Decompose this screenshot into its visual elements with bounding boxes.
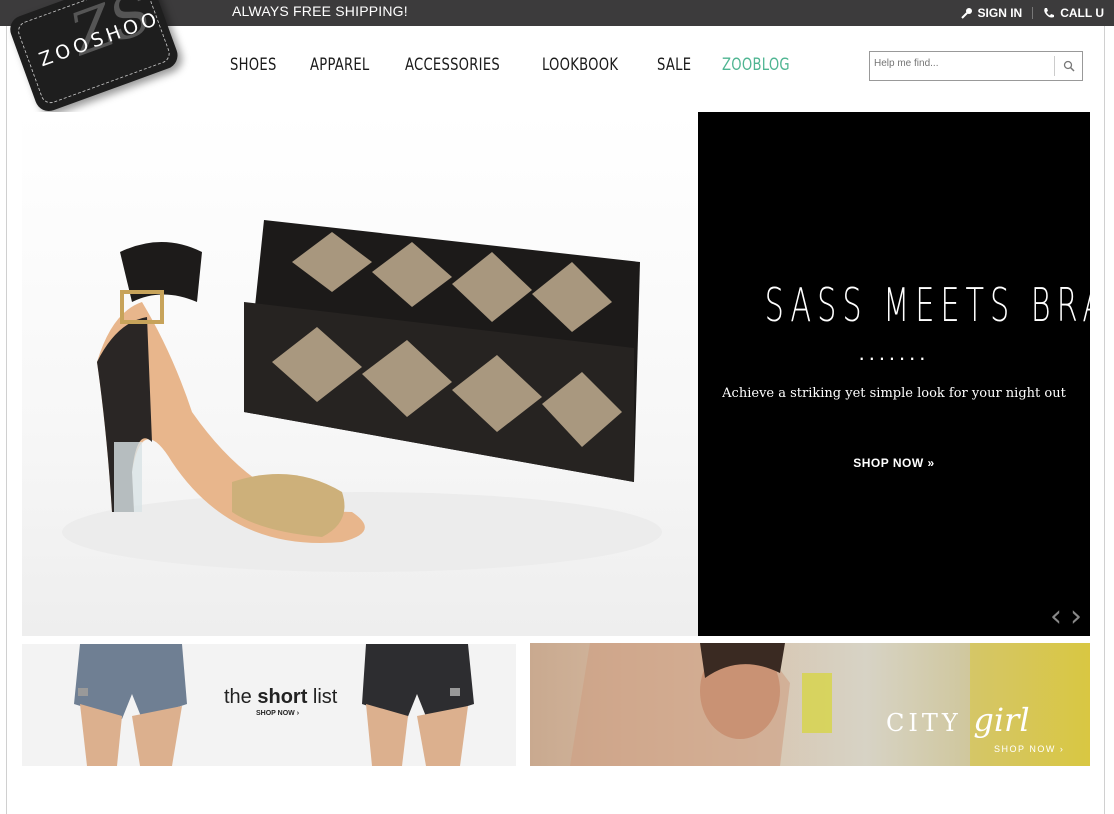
sign-in-link[interactable]: SIGN IN	[951, 6, 1033, 20]
page-border-left	[6, 26, 7, 814]
search-input[interactable]	[874, 58, 1050, 69]
shoe-and-clutch-illustration	[62, 220, 662, 572]
key-icon	[960, 8, 972, 19]
city-girl-caps: CITY	[886, 709, 974, 737]
nav-sale[interactable]: SALE	[657, 55, 691, 75]
hero-title: SASS MEETS BRASS	[764, 278, 1114, 332]
short-list-post: list	[307, 686, 338, 708]
nav-apparel[interactable]: APPAREL	[310, 55, 370, 75]
search-icon	[1063, 60, 1075, 72]
nav-accessories[interactable]: ACCESSORIES	[405, 55, 500, 75]
search-button[interactable]	[1054, 56, 1082, 76]
city-girl-shop-now[interactable]: SHOP NOW ›	[994, 744, 1064, 754]
sign-in-label: SIGN IN	[977, 6, 1023, 20]
free-shipping-text: ALWAYS FREE SHIPPING!	[232, 3, 408, 19]
short-list-bold: short	[257, 686, 308, 708]
call-us-label: CALL U	[1060, 6, 1104, 20]
chevron-left-icon[interactable]: ‹	[1050, 599, 1062, 634]
hero-product-image[interactable]	[22, 112, 698, 636]
main-nav: SHOES APPAREL ACCESSORIES LOOKBOOK SALE …	[230, 55, 801, 75]
short-list-promo[interactable]: the short list SHOP NOW ›	[22, 644, 516, 766]
city-girl-title: CITY girl	[886, 701, 1030, 739]
phone-icon	[1044, 8, 1055, 18]
search-box	[869, 51, 1083, 81]
page-border-right	[1104, 26, 1105, 814]
city-girl-script: girl	[973, 701, 1030, 739]
short-list-shop-now[interactable]: SHOP NOW ›	[256, 710, 299, 717]
logo-tag: ZS ZOOSHOO	[6, 0, 182, 115]
hero-subtitle: Achieve a striking yet simple look for y…	[722, 386, 1066, 401]
slider-arrows: ‹ ›	[1050, 599, 1082, 634]
hero-shop-now-link[interactable]: SHOP NOW »	[698, 456, 1090, 470]
chevron-right-icon[interactable]: ›	[1070, 599, 1082, 634]
nav-lookbook[interactable]: LOOKBOOK	[542, 55, 618, 75]
account-links: SIGN IN CALL U	[951, 0, 1114, 26]
nav-zooblog[interactable]: ZOOBLOG	[722, 55, 790, 75]
short-list-headline: the short list	[224, 686, 337, 709]
hero-promo-panel: SASS MEETS BRASS ....... Achieve a strik…	[698, 112, 1114, 636]
short-list-pre: the	[224, 686, 258, 708]
hero-dots-divider: .......	[858, 340, 930, 365]
nav-shoes[interactable]: SHOES	[230, 55, 277, 75]
call-us-link[interactable]: CALL U	[1033, 6, 1114, 20]
city-girl-promo[interactable]: CITY girl SHOP NOW ›	[530, 643, 1090, 766]
